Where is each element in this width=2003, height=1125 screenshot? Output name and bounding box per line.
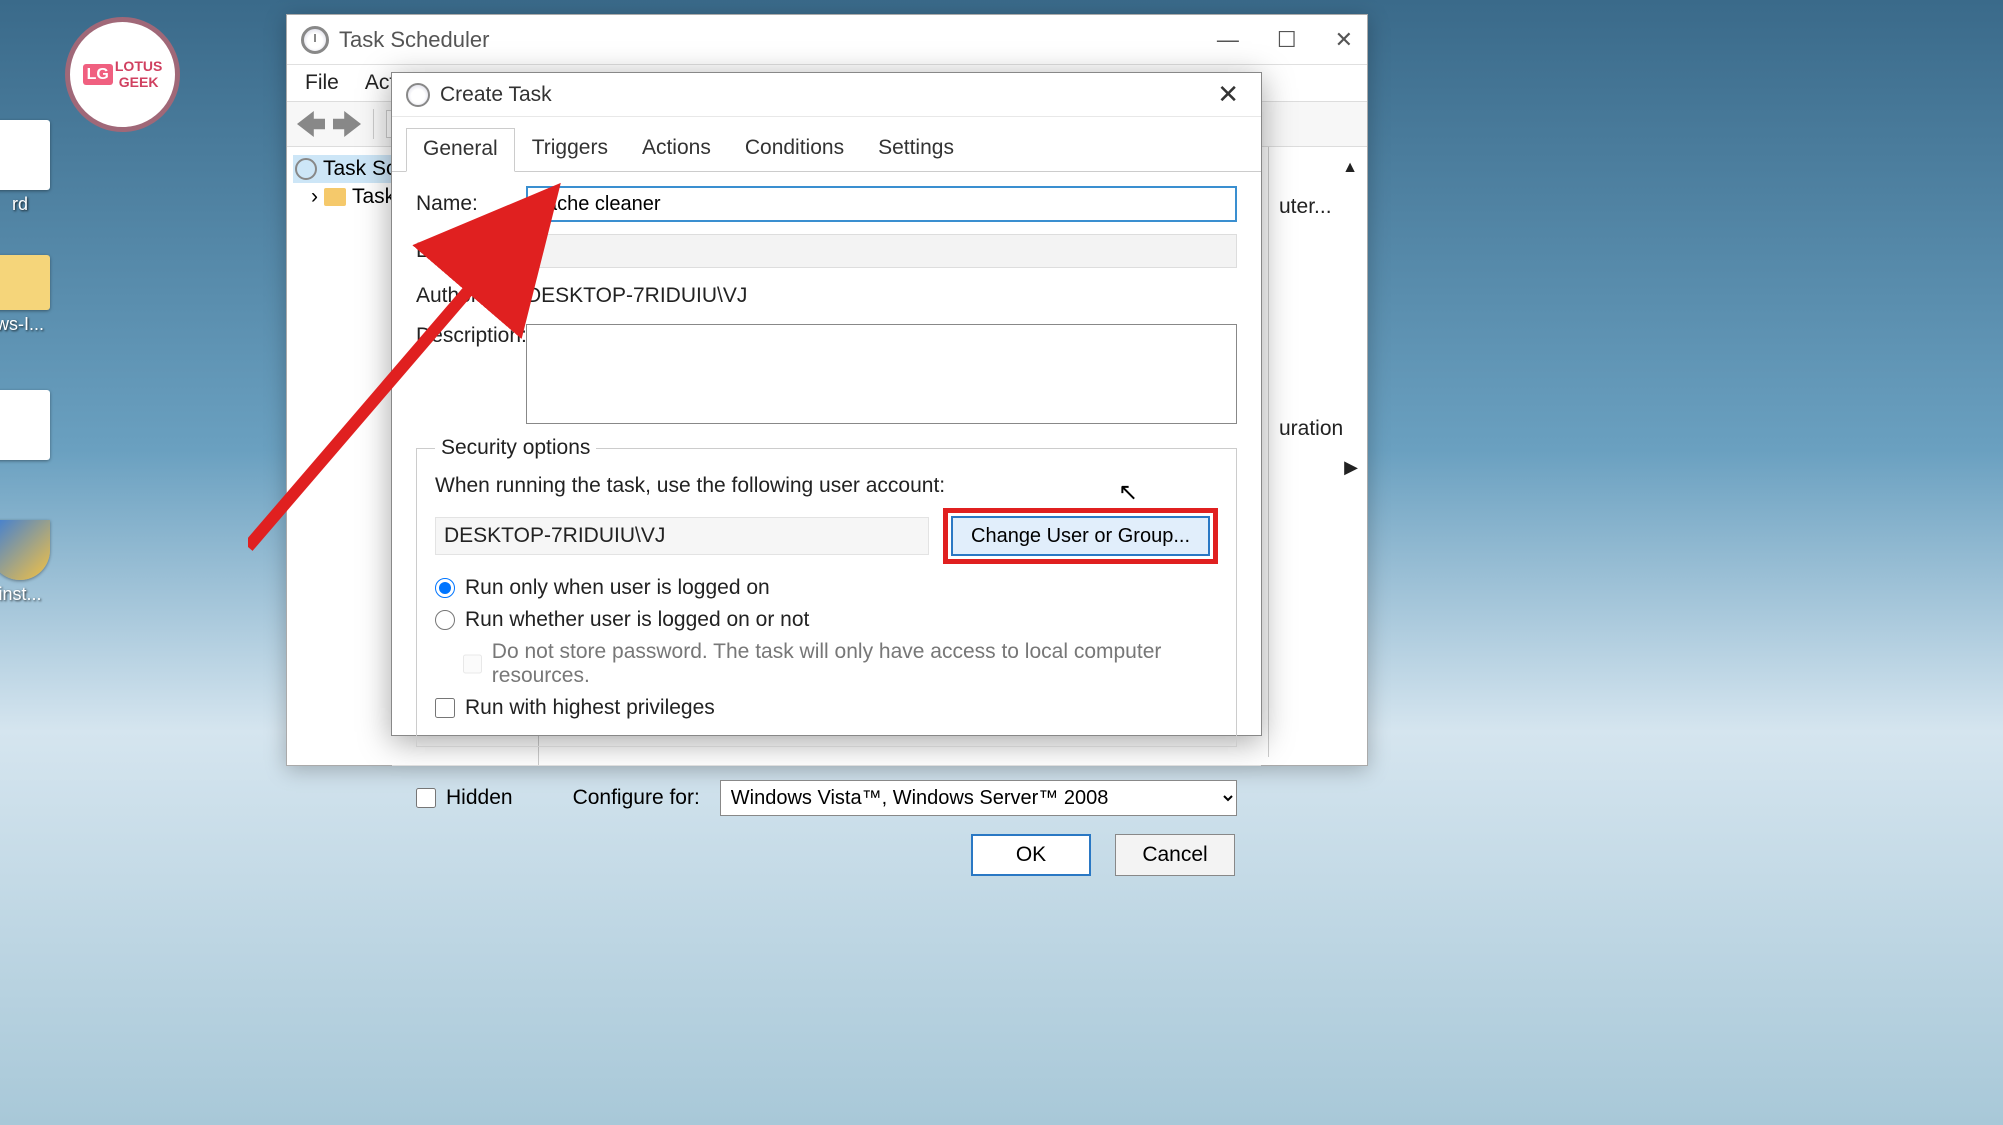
menu-file[interactable]: File [305, 71, 339, 95]
titlebar[interactable]: Task Scheduler — ☐ ✕ [287, 15, 1367, 65]
bottom-row: Hidden Configure for: Windows Vista™, Wi… [392, 765, 1261, 816]
action-item[interactable]: uter... [1279, 195, 1358, 219]
clock-icon [295, 158, 317, 180]
name-input[interactable] [526, 186, 1237, 222]
create-task-dialog: Create Task ✕ General Triggers Actions C… [391, 72, 1262, 736]
actions-panel: ▲ uter... uration ▶ [1268, 147, 1368, 757]
account-value: DESKTOP-7RIDUIU\VJ [435, 517, 929, 555]
radio-whether-label: Run whether user is logged on or not [465, 608, 809, 632]
radio-logged-on-label: Run only when user is logged on [465, 576, 770, 600]
security-legend: Security options [435, 436, 596, 460]
location-value: \ [526, 234, 1237, 268]
checkbox-highest-label: Run with highest privileges [465, 696, 715, 720]
checkbox-highest-input[interactable] [435, 698, 455, 718]
minimize-button[interactable]: — [1217, 27, 1239, 53]
tab-triggers[interactable]: Triggers [515, 127, 625, 171]
change-user-button[interactable]: Change User or Group... [951, 516, 1210, 556]
close-button[interactable]: ✕ [1335, 27, 1353, 53]
action-item[interactable]: uration [1279, 417, 1358, 441]
window-title: Task Scheduler [339, 27, 489, 53]
clock-icon [406, 83, 430, 107]
checkbox-hidden-input[interactable] [416, 788, 436, 808]
tab-conditions[interactable]: Conditions [728, 127, 861, 171]
cancel-button[interactable]: Cancel [1115, 834, 1235, 876]
logo-lg: LG [83, 64, 113, 86]
annotation-highlight: Change User or Group... [943, 508, 1218, 564]
desktop-icon-file[interactable] [0, 390, 70, 464]
dialog-buttons: OK Cancel [392, 816, 1261, 894]
checkbox-nostore-label: Do not store password. The task will onl… [492, 640, 1218, 688]
desktop-icon-label: ws-I... [0, 314, 44, 334]
security-text: When running the task, use the following… [435, 474, 1218, 498]
collapse-icon[interactable]: ▲ [1342, 159, 1358, 177]
desktop-icon-doc[interactable]: rd [0, 120, 70, 215]
tab-settings[interactable]: Settings [861, 127, 971, 171]
radio-whether-input[interactable] [435, 610, 455, 630]
tab-general[interactable]: General [406, 128, 515, 172]
maximize-button[interactable]: ☐ [1277, 27, 1297, 53]
name-label: Name: [416, 192, 526, 216]
checkbox-nostore-input [463, 654, 482, 674]
tab-strip: General Triggers Actions Conditions Sett… [392, 117, 1261, 172]
tab-actions[interactable]: Actions [625, 127, 728, 171]
folder-icon [324, 188, 346, 206]
desktop-icon-folder[interactable]: ws-I... [0, 255, 70, 335]
checkbox-hidden-label: Hidden [446, 786, 513, 810]
logo-text: LOTUS GEEK [115, 59, 162, 90]
location-label: Location: [416, 239, 526, 263]
checkbox-nostore: Do not store password. The task will onl… [463, 640, 1218, 688]
desktop-icon-label: inst... [0, 584, 42, 604]
chevron-right-icon: › [311, 185, 318, 209]
dialog-titlebar[interactable]: Create Task ✕ [392, 73, 1261, 117]
clock-icon [301, 26, 329, 54]
configure-for-select[interactable]: Windows Vista™, Windows Server™ 2008 [720, 780, 1237, 816]
desktop-icon-installer[interactable]: inst... [0, 520, 70, 605]
radio-logged-on-input[interactable] [435, 578, 455, 598]
desktop-icon-label: rd [12, 194, 28, 214]
forward-button[interactable] [333, 111, 361, 137]
dialog-title: Create Task [440, 83, 552, 107]
checkbox-hidden[interactable]: Hidden [416, 786, 513, 810]
description-label: Description: [416, 324, 526, 348]
general-panel: Name: Location: \ Author: DESKTOP-7RIDUI… [392, 172, 1261, 761]
configure-for-label: Configure for: [573, 786, 700, 810]
radio-whether[interactable]: Run whether user is logged on or not [435, 608, 1218, 632]
author-value: DESKTOP-7RIDUIU\VJ [526, 280, 1237, 312]
ok-button[interactable]: OK [971, 834, 1091, 876]
radio-logged-on[interactable]: Run only when user is logged on [435, 576, 1218, 600]
chevron-right-icon[interactable]: ▶ [1279, 457, 1358, 478]
security-options-group: Security options When running the task, … [416, 436, 1237, 747]
description-input[interactable] [526, 324, 1237, 424]
back-button[interactable] [297, 111, 325, 137]
checkbox-highest[interactable]: Run with highest privileges [435, 696, 1218, 720]
close-button[interactable]: ✕ [1209, 79, 1247, 110]
author-label: Author: [416, 284, 526, 308]
logo-badge: LG LOTUS GEEK [65, 17, 180, 132]
